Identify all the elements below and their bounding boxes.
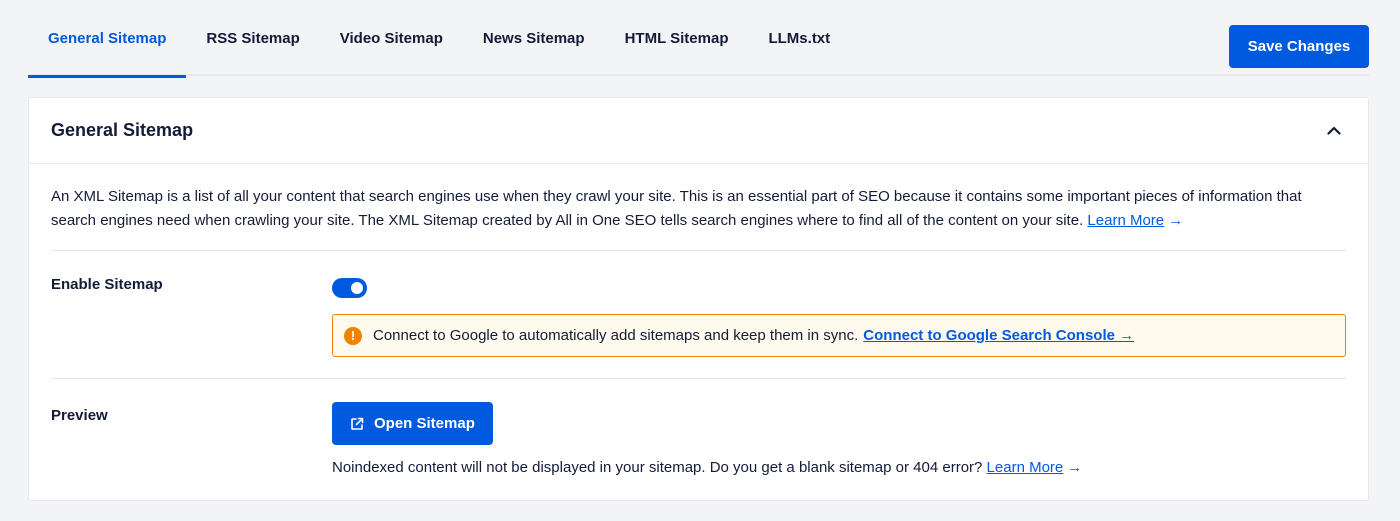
open-sitemap-label: Open Sitemap [374, 415, 475, 432]
warning-icon: ! [344, 326, 362, 345]
preview-label: Preview [51, 407, 108, 424]
tab-rss-sitemap[interactable]: RSS Sitemap [186, 0, 319, 76]
collapse-button[interactable] [1324, 120, 1344, 140]
tab-html-sitemap[interactable]: HTML Sitemap [605, 0, 749, 76]
sitemap-description: An XML Sitemap is a list of all your con… [51, 164, 1346, 251]
preview-content: Open Sitemap Noindexed content will not … [332, 379, 1346, 499]
card-title: General Sitemap [51, 120, 194, 140]
arrow-right-icon: → [1168, 212, 1184, 229]
tab-video-sitemap[interactable]: Video Sitemap [320, 0, 463, 76]
external-link-icon [350, 417, 364, 431]
card-header: General Sitemap [29, 98, 1368, 164]
card-body: An XML Sitemap is a list of all your con… [29, 164, 1368, 499]
top-bar: General Sitemap RSS Sitemap Video Sitema… [28, 0, 1369, 78]
enable-sitemap-content: ! Connect to Google to automatically add… [332, 251, 1346, 378]
enable-sitemap-row: Enable Sitemap ! Connect to Google to au… [51, 251, 1346, 379]
tab-general-sitemap[interactable]: General Sitemap [28, 0, 187, 78]
google-connect-alert: ! Connect to Google to automatically add… [332, 314, 1346, 357]
preview-learn-more-link[interactable]: Learn More [987, 459, 1064, 476]
enable-sitemap-label: Enable Sitemap [51, 276, 163, 293]
sitemap-tabs: General Sitemap RSS Sitemap Video Sitema… [28, 0, 850, 78]
arrow-right-icon: → [1067, 459, 1083, 476]
tab-llms-txt[interactable]: LLMs.txt [748, 0, 850, 76]
preview-note: Noindexed content will not be displayed … [332, 459, 1346, 476]
learn-more-link[interactable]: Learn More [1087, 212, 1164, 229]
connect-search-console-link[interactable]: Connect to Google Search Console → [863, 327, 1134, 344]
toggle-knob [351, 282, 363, 294]
general-sitemap-card: General Sitemap An XML Sitemap is a list… [28, 97, 1369, 501]
preview-note-text: Noindexed content will not be displayed … [332, 459, 983, 476]
preview-row: Preview Open Sitemap Noindexed content w… [51, 379, 1346, 499]
tab-news-sitemap[interactable]: News Sitemap [463, 0, 605, 76]
save-changes-button[interactable]: Save Changes [1229, 25, 1369, 68]
chevron-up-icon [1327, 126, 1341, 135]
enable-sitemap-toggle[interactable] [332, 278, 367, 298]
open-sitemap-button[interactable]: Open Sitemap [332, 402, 493, 445]
alert-text: Connect to Google to automatically add s… [373, 327, 859, 344]
